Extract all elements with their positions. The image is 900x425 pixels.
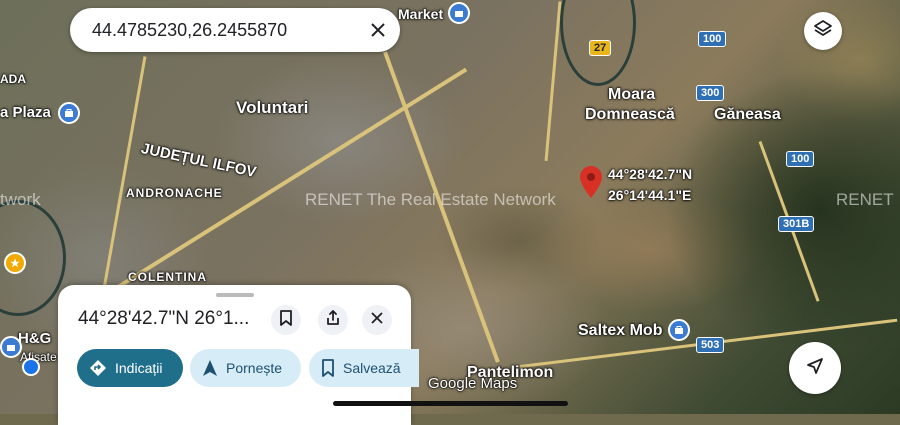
layers-button[interactable] — [804, 12, 842, 50]
label-plaza[interactable]: a Plaza — [0, 104, 51, 121]
search-bar[interactable]: 44.4785230,26.2455870 — [70, 8, 400, 52]
close-sheet-button[interactable] — [362, 305, 392, 335]
road-shield: 300 — [696, 85, 725, 101]
label-moara[interactable]: Moara — [608, 86, 655, 104]
road-shield: 27 — [589, 40, 612, 56]
search-input[interactable]: 44.4785230,26.2455870 — [92, 20, 370, 41]
share-icon — [325, 309, 341, 331]
close-icon — [371, 311, 383, 329]
share-button[interactable] — [318, 305, 348, 335]
watermark: RENET — [836, 190, 894, 209]
road-shield: 100 — [786, 151, 815, 167]
pin-coord-lat: 44°28'42.7"N — [608, 166, 693, 182]
label-judetul-ilfov: JUDEȚUL ILFOV — [139, 139, 258, 182]
home-indicator[interactable] — [333, 401, 568, 406]
watermark: RENET The Real Estate Network — [305, 190, 556, 209]
directions-button[interactable]: Indicații — [77, 349, 183, 387]
my-location-dot — [22, 358, 40, 376]
label-domneasca[interactable]: Domnească — [585, 106, 675, 124]
star-pin-icon[interactable] — [4, 252, 26, 274]
recenter-navigation-button[interactable] — [789, 342, 841, 394]
save-button[interactable]: Salvează — [309, 349, 419, 387]
label-market[interactable]: Market — [398, 6, 443, 22]
label-colentina: COLENTINA — [128, 270, 207, 284]
watermark: twork — [0, 190, 41, 209]
navigation-arrow-icon — [806, 357, 824, 380]
save-bookmark-button[interactable] — [271, 305, 301, 335]
label-ganeasa[interactable]: Găneasa — [714, 106, 781, 124]
layers-icon — [813, 19, 833, 44]
directions-icon — [89, 359, 115, 377]
store-pin-icon[interactable] — [0, 336, 22, 358]
label-voluntari[interactable]: Voluntari — [236, 98, 308, 118]
road-minor — [544, 1, 562, 162]
drag-handle[interactable] — [216, 293, 254, 297]
save-label: Salvează — [343, 360, 401, 376]
bookmark-icon — [321, 359, 343, 377]
store-pin-icon[interactable] — [58, 102, 80, 124]
directions-label: Indicații — [115, 360, 163, 376]
label-saltex[interactable]: Saltex Mob — [578, 322, 662, 340]
navigation-start-icon — [202, 359, 226, 377]
google-maps-attribution: Google Maps — [428, 375, 518, 392]
bookmark-icon — [279, 309, 293, 331]
close-icon[interactable] — [370, 22, 386, 38]
road-shield: 503 — [696, 337, 725, 353]
road-shield: 301B — [778, 216, 815, 232]
store-pin-icon[interactable] — [668, 319, 690, 341]
pin-coord-lon: 26°14'44.1"E — [608, 187, 692, 203]
start-button[interactable]: Pornește — [190, 349, 301, 387]
label-hg[interactable]: H&G — [18, 330, 51, 347]
label-andronache: ANDRONACHE — [126, 186, 223, 200]
road-shield: 100 — [698, 31, 727, 47]
place-title: 44°28'42.7"N 26°1... — [78, 308, 250, 329]
label-ada: ADA — [0, 72, 26, 86]
store-pin-icon[interactable] — [448, 2, 470, 24]
dropped-pin-icon[interactable] — [580, 166, 602, 203]
start-label: Pornește — [226, 360, 283, 376]
